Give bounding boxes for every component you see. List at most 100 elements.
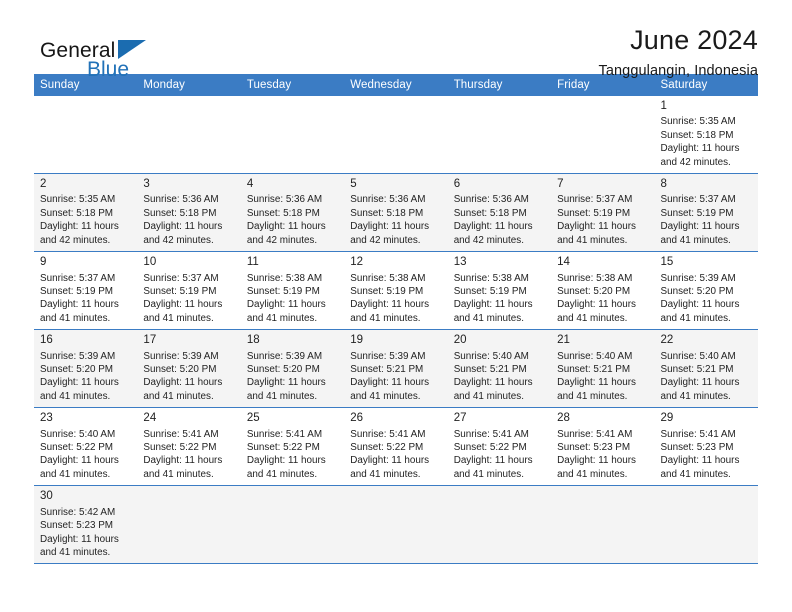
- calendar-day-cell[interactable]: 27 Sunrise: 5:41 AM Sunset: 5:22 PM Dayligh…: [447, 407, 552, 487]
- calendar-day-cell[interactable]: 30 Sunrise: 5:42 AM Sunset: 5:23 PM Dayligh…: [34, 485, 138, 565]
- day-detail-line: Sunset: 5:18 PM: [40, 207, 114, 219]
- calendar-day-cell[interactable]: 12 Sunrise: 5:38 AM Sunset: 5:19 PM Dayligh…: [344, 251, 448, 331]
- day-detail-line: and 42 minutes.: [660, 156, 731, 168]
- calendar-day-cell[interactable]: 9 Sunrise: 5:37 AM Sunset: 5:19 PM Daylight…: [34, 251, 138, 331]
- day-number: 26: [350, 412, 364, 425]
- page-subtitle: Tanggulangin, Indonesia: [598, 63, 758, 80]
- day-detail-line: Daylight: 11 hours: [246, 221, 326, 233]
- day-detail-line: and 41 minutes.: [40, 312, 111, 324]
- calendar-day-content: 19 Sunrise: 5:39 AM Sunset: 5:21 PM Dayligh…: [344, 330, 447, 407]
- day-number: 9: [40, 256, 47, 269]
- day-detail-line: and 42 minutes.: [143, 234, 214, 246]
- calendar-day-cell[interactable]: 17 Sunrise: 5:39 AM Sunset: 5:20 PM Dayligh…: [137, 329, 241, 409]
- day-detail-line: Sunset: 5:22 PM: [350, 442, 424, 454]
- weekday-header-tuesday: Tuesday: [240, 74, 345, 96]
- day-detail-line: Daylight: 11 hours: [143, 377, 223, 389]
- day-detail-line: Sunset: 5:19 PM: [453, 285, 527, 297]
- calendar-day-cell[interactable]: 11 Sunrise: 5:38 AM Sunset: 5:19 PM Dayligh…: [240, 251, 345, 331]
- day-detail-line: Daylight: 11 hours: [557, 455, 636, 467]
- day-detail-line: Daylight: 11 hours: [557, 299, 636, 311]
- day-detail-line: Sunset: 5:21 PM: [350, 363, 424, 375]
- brand-logo[interactable]: General Blue: [34, 26, 230, 80]
- day-detail-line: Sunrise: 5:36 AM: [350, 194, 426, 206]
- day-detail-line: Sunrise: 5:39 AM: [660, 272, 736, 284]
- day-detail-line: Sunset: 5:20 PM: [143, 363, 217, 375]
- page-title: June 2024: [630, 25, 758, 55]
- day-number: 25: [246, 412, 260, 425]
- calendar-day-cell[interactable]: 4 Sunrise: 5:36 AM Sunset: 5:18 PM Daylight…: [240, 173, 345, 253]
- calendar-day-cell[interactable]: 1 Sunrise: 5:35 AM Sunset: 5:18 PM Daylight…: [654, 96, 758, 175]
- calendar-day-cell[interactable]: 19 Sunrise: 5:39 AM Sunset: 5:21 PM Dayligh…: [344, 329, 448, 409]
- calendar-day-cell-empty: [447, 96, 552, 175]
- calendar-day-cell[interactable]: 3 Sunrise: 5:36 AM Sunset: 5:18 PM Daylight…: [137, 173, 241, 253]
- calendar-day-content: 15 Sunrise: 5:39 AM Sunset: 5:20 PM Dayligh…: [655, 252, 758, 329]
- calendar-day-content: 7 Sunrise: 5:37 AM Sunset: 5:19 PM Daylight…: [551, 174, 654, 251]
- day-detail-line: and 42 minutes.: [246, 234, 318, 246]
- calendar-day-cell[interactable]: 24 Sunrise: 5:41 AM Sunset: 5:22 PM Dayligh…: [137, 407, 241, 487]
- calendar-day-cell[interactable]: 5 Sunrise: 5:36 AM Sunset: 5:18 PM Daylight…: [344, 173, 448, 253]
- calendar-day-cell[interactable]: 23 Sunrise: 5:40 AM Sunset: 5:22 PM Dayligh…: [34, 407, 138, 487]
- day-detail-line: and 42 minutes.: [453, 234, 524, 246]
- day-number: 29: [660, 412, 674, 425]
- calendar-day-cell-empty: [344, 485, 448, 565]
- day-detail-line: and 41 minutes.: [40, 546, 111, 558]
- calendar-day-cell[interactable]: 6 Sunrise: 5:36 AM Sunset: 5:18 PM Daylight…: [447, 173, 552, 253]
- day-number: 8: [660, 178, 667, 191]
- day-detail-line: Sunrise: 5:41 AM: [143, 428, 219, 440]
- calendar-day-content: 23 Sunrise: 5:40 AM Sunset: 5:22 PM Dayligh…: [34, 408, 137, 485]
- calendar-day-cell[interactable]: 2 Sunrise: 5:35 AM Sunset: 5:18 PM Daylight…: [34, 173, 138, 253]
- day-detail-line: and 41 minutes.: [557, 234, 628, 246]
- calendar-day-cell[interactable]: 20 Sunrise: 5:40 AM Sunset: 5:21 PM Dayligh…: [447, 329, 552, 409]
- calendar-day-cell[interactable]: 29 Sunrise: 5:41 AM Sunset: 5:23 PM Dayligh…: [654, 407, 758, 487]
- calendar-day-cell[interactable]: 22 Sunrise: 5:40 AM Sunset: 5:21 PM Dayligh…: [654, 329, 758, 409]
- day-number: 10: [143, 256, 157, 269]
- calendar-day-cell[interactable]: 18 Sunrise: 5:39 AM Sunset: 5:20 PM Dayligh…: [240, 329, 345, 409]
- calendar-day-cell[interactable]: 26 Sunrise: 5:41 AM Sunset: 5:22 PM Dayligh…: [344, 407, 448, 487]
- calendar-day-cell[interactable]: 25 Sunrise: 5:41 AM Sunset: 5:22 PM Dayligh…: [240, 407, 345, 487]
- day-detail-line: Sunset: 5:22 PM: [40, 442, 114, 454]
- calendar-day-cell[interactable]: 14 Sunrise: 5:38 AM Sunset: 5:20 PM Dayligh…: [551, 251, 655, 331]
- calendar-day-cell[interactable]: 16 Sunrise: 5:39 AM Sunset: 5:20 PM Dayligh…: [34, 329, 138, 409]
- day-detail-line: Sunset: 5:18 PM: [246, 207, 320, 219]
- day-number: 5: [350, 178, 357, 191]
- day-detail-line: Daylight: 11 hours: [453, 455, 533, 467]
- calendar-day-cell[interactable]: 13 Sunrise: 5:38 AM Sunset: 5:19 PM Dayligh…: [447, 251, 552, 331]
- day-detail-line: Sunrise: 5:39 AM: [143, 350, 219, 362]
- day-detail-line: and 41 minutes.: [143, 468, 214, 480]
- day-detail-line: Sunrise: 5:40 AM: [557, 350, 633, 362]
- day-detail-line: Daylight: 11 hours: [143, 299, 223, 311]
- day-detail-line: Sunrise: 5:42 AM: [40, 506, 116, 518]
- day-number: 11: [246, 256, 259, 269]
- calendar-day-content: 21 Sunrise: 5:40 AM Sunset: 5:21 PM Dayligh…: [551, 330, 654, 407]
- calendar-week-row: 2 Sunrise: 5:35 AM Sunset: 5:18 PM Daylight…: [34, 173, 758, 253]
- calendar-day-content: 8 Sunrise: 5:37 AM Sunset: 5:19 PM Daylight…: [655, 174, 758, 251]
- day-number: 21: [557, 334, 570, 347]
- day-detail-line: Sunrise: 5:40 AM: [453, 350, 529, 362]
- day-detail-line: Daylight: 11 hours: [350, 221, 430, 233]
- calendar-day-cell-empty: [344, 96, 448, 175]
- day-detail-line: Daylight: 11 hours: [40, 377, 119, 389]
- calendar-day-cell[interactable]: 8 Sunrise: 5:37 AM Sunset: 5:19 PM Daylight…: [654, 173, 758, 253]
- day-detail-line: Daylight: 11 hours: [40, 455, 119, 467]
- day-number: 28: [557, 412, 570, 425]
- calendar-day-cell[interactable]: 28 Sunrise: 5:41 AM Sunset: 5:23 PM Dayligh…: [551, 407, 655, 487]
- day-detail-line: Sunrise: 5:35 AM: [40, 194, 116, 206]
- day-detail-line: Sunset: 5:21 PM: [660, 363, 734, 375]
- calendar-day-cell[interactable]: 15 Sunrise: 5:39 AM Sunset: 5:20 PM Dayligh…: [654, 251, 758, 331]
- day-detail-line: Sunrise: 5:40 AM: [40, 428, 116, 440]
- calendar-day-cell[interactable]: 7 Sunrise: 5:37 AM Sunset: 5:19 PM Daylight…: [551, 173, 655, 253]
- calendar-day-cell[interactable]: 10 Sunrise: 5:37 AM Sunset: 5:19 PM Dayligh…: [137, 251, 241, 331]
- day-number: 14: [557, 256, 570, 269]
- page-header: General Blue June 2024 Tanggulangin, Ind…: [34, 0, 758, 80]
- day-detail-line: and 41 minutes.: [660, 312, 731, 324]
- calendar-day-content: 30 Sunrise: 5:42 AM Sunset: 5:23 PM Dayligh…: [34, 486, 137, 563]
- day-number: 24: [143, 412, 157, 425]
- calendar-day-cell-empty: [240, 485, 345, 565]
- day-detail-line: Daylight: 11 hours: [350, 299, 430, 311]
- day-detail-line: Sunset: 5:23 PM: [660, 442, 734, 454]
- day-number: 15: [660, 256, 674, 269]
- day-number: 7: [557, 178, 564, 191]
- day-number: 20: [453, 334, 467, 347]
- calendar-day-cell[interactable]: 21 Sunrise: 5:40 AM Sunset: 5:21 PM Dayligh…: [551, 329, 655, 409]
- day-detail-line: Sunset: 5:18 PM: [350, 207, 424, 219]
